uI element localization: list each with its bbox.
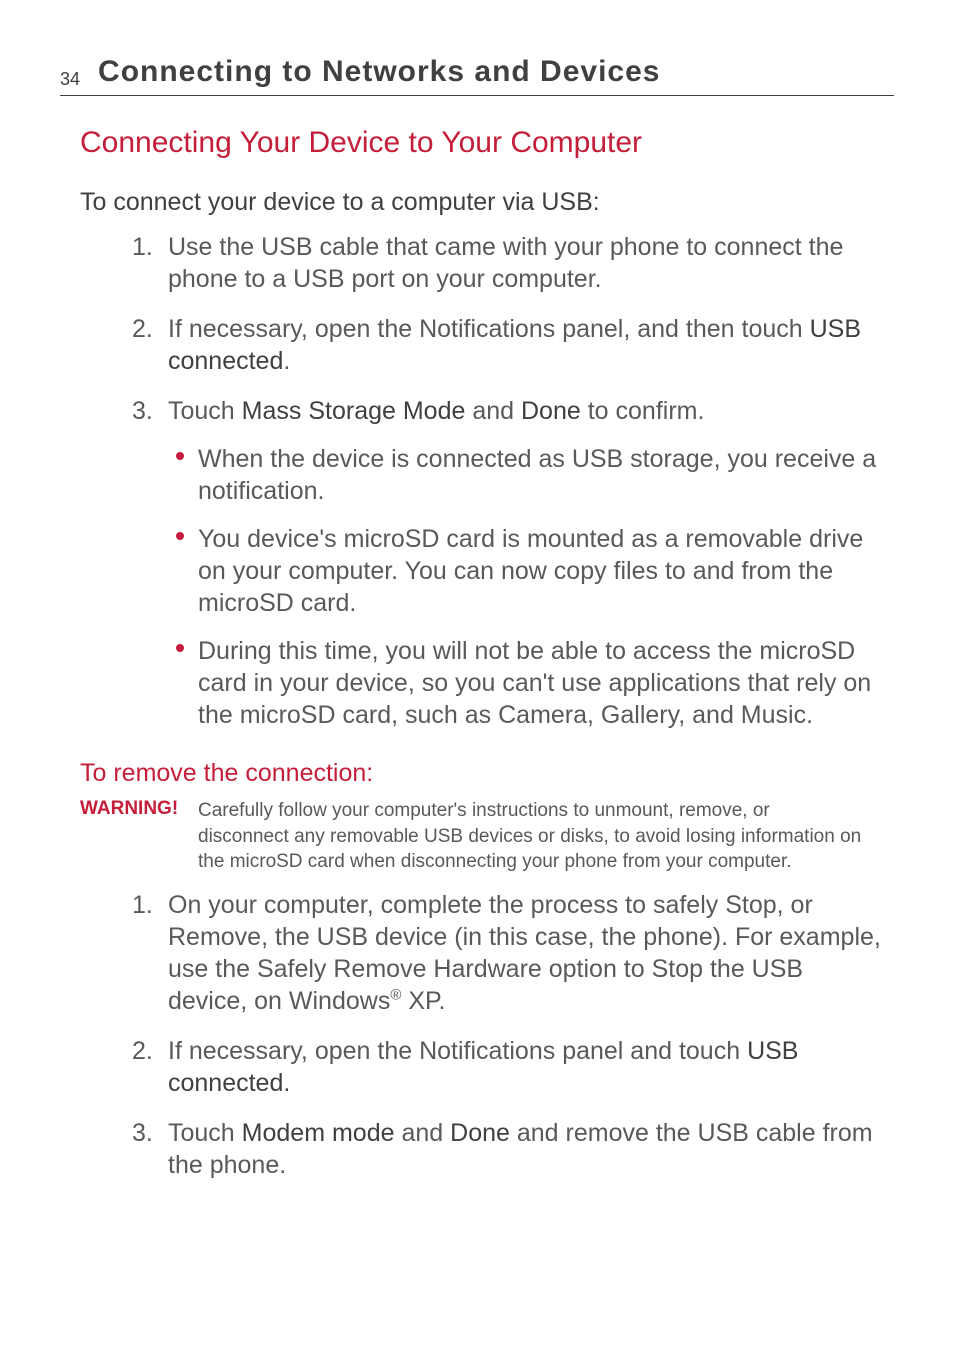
step-number: 3. <box>132 1117 153 1149</box>
bullet-icon <box>176 532 184 540</box>
remove-steps-list: 1. On your computer, complete the proces… <box>140 889 884 1181</box>
step-text: and <box>395 1119 451 1147</box>
step-bold: Done <box>521 397 581 425</box>
step-text: If necessary, open the Notifications pan… <box>168 315 810 343</box>
step-text: On your computer, complete the process t… <box>168 891 881 1015</box>
page-header: 34 Connecting to Networks and Devices <box>60 55 894 96</box>
registered-symbol: ® <box>390 987 401 1004</box>
chapter-title: Connecting to Networks and Devices <box>98 55 660 89</box>
step-number: 3. <box>132 395 153 427</box>
connect-steps-list: 1. Use the USB cable that came with your… <box>140 231 884 731</box>
step-bold: Done <box>450 1119 510 1147</box>
step-number: 1. <box>132 231 153 263</box>
bullet-item: During this time, you will not be able t… <box>176 635 884 731</box>
list-item: 1. On your computer, complete the proces… <box>140 889 884 1017</box>
step-number: 2. <box>132 1035 153 1067</box>
step-text: If necessary, open the Notifications pan… <box>168 1037 747 1065</box>
step-number: 2. <box>132 313 153 345</box>
bullet-text: During this time, you will not be able t… <box>198 637 871 729</box>
list-item: 3. Touch Mass Storage Mode and Done to c… <box>140 395 884 731</box>
list-item: 2. If necessary, open the Notifications … <box>140 313 884 377</box>
step-bold: Modem mode <box>242 1119 395 1147</box>
warning-text: Carefully follow your computer's instruc… <box>198 798 864 875</box>
step-number: 1. <box>132 889 153 921</box>
bullet-text: You device's microSD card is mounted as … <box>198 525 863 617</box>
section-title: Connecting Your Device to Your Computer <box>80 126 894 160</box>
step-text: Touch <box>168 397 242 425</box>
step-text: Use the USB cable that came with your ph… <box>168 233 843 293</box>
step-text: . <box>283 347 290 375</box>
bullet-item: When the device is connected as USB stor… <box>176 443 884 507</box>
page-number: 34 <box>60 69 80 90</box>
warning-block: WARNING! Carefully follow your computer'… <box>80 798 864 875</box>
step-bold: Mass Storage Mode <box>242 397 466 425</box>
list-item: 1. Use the USB cable that came with your… <box>140 231 884 295</box>
subsection-title-connect: To connect your device to a computer via… <box>80 188 894 217</box>
sub-bullet-list: When the device is connected as USB stor… <box>176 443 884 731</box>
step-text: XP. <box>401 987 445 1015</box>
list-item: 2. If necessary, open the Notifications … <box>140 1035 884 1099</box>
bullet-text: When the device is connected as USB stor… <box>198 445 876 505</box>
bullet-icon <box>176 644 184 652</box>
bullet-item: You device's microSD card is mounted as … <box>176 523 884 619</box>
list-item: 3. Touch Modem mode and Done and remove … <box>140 1117 884 1181</box>
subsection-title-remove: To remove the connection: <box>80 759 894 788</box>
warning-label: WARNING! <box>80 798 192 875</box>
step-text: Touch <box>168 1119 242 1147</box>
step-text: and <box>465 397 521 425</box>
step-text: to confirm. <box>581 397 705 425</box>
bullet-icon <box>176 452 184 460</box>
document-page: 34 Connecting to Networks and Devices Co… <box>0 0 954 1259</box>
